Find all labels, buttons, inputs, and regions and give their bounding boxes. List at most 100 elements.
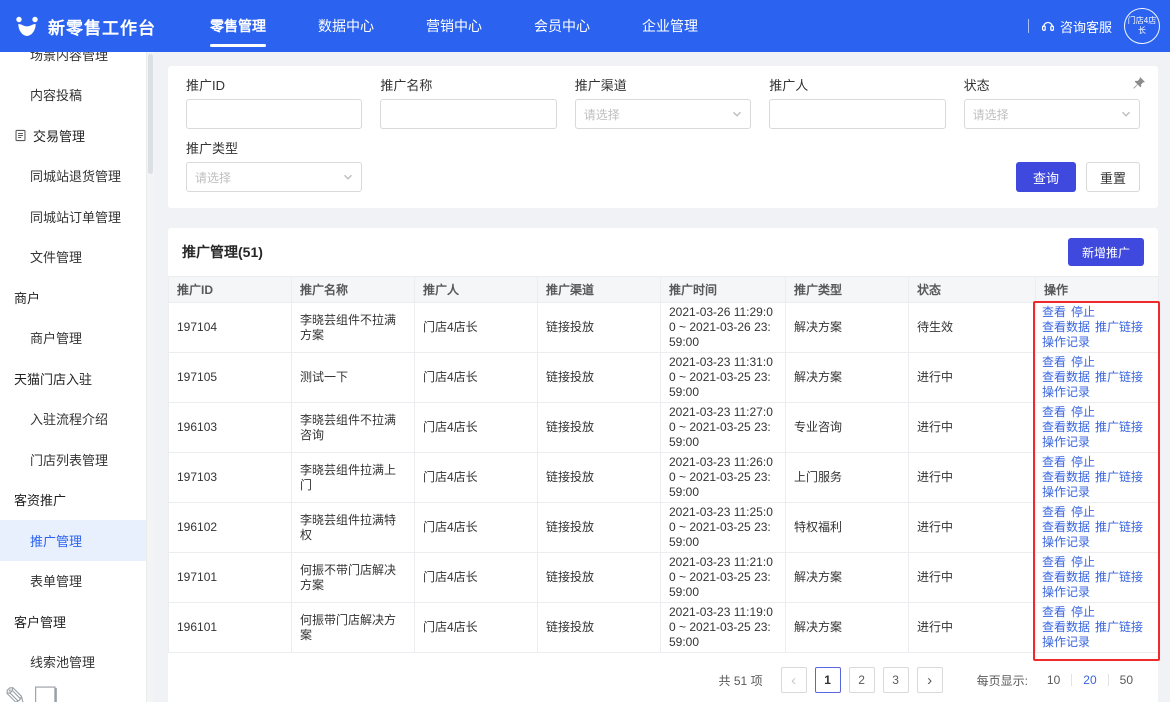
pagination-bar: 共 51 项 ‹ 1 2 3 › 每页显示: 10 20 50 [168,653,1158,702]
nav-item-data-center[interactable]: 数据中心 [292,0,400,52]
view-data-link[interactable]: 查看数据 [1042,520,1090,535]
view-data-link[interactable]: 查看数据 [1042,320,1090,335]
field-label: 状态 [964,78,1140,93]
cell-channel: 链接投放 [538,353,661,403]
operation-log-link[interactable]: 操作记录 [1042,585,1090,600]
promotion-link-link[interactable]: 推广链接 [1095,420,1143,435]
promotion-link-link[interactable]: 推广链接 [1095,320,1143,335]
stop-link[interactable]: 停止 [1071,455,1095,470]
stop-link[interactable]: 停止 [1071,505,1095,520]
cell-status: 进行中 [909,603,1036,653]
promotion-link-link[interactable]: 推广链接 [1095,570,1143,585]
stop-link[interactable]: 停止 [1071,605,1095,620]
cell-time: 2021-03-23 11:25:00 ~ 2021-03-25 23:59:0… [661,503,786,553]
operation-log-link[interactable]: 操作记录 [1042,485,1090,500]
cell-actions: 查看停止查看数据推广链接操作记录 [1036,553,1159,603]
field-promoter: 推广人 [769,78,945,129]
view-data-link[interactable]: 查看数据 [1042,570,1090,585]
sidebar-item-trade-management[interactable]: 交易管理 [0,115,154,156]
sidebar-item-content-submission[interactable]: 内容投稿 [0,75,154,116]
promotion-link-link[interactable]: 推广链接 [1095,470,1143,485]
page-button-2[interactable]: 2 [849,667,875,693]
cell-promoter: 门店4店长 [415,353,538,403]
add-promotion-button[interactable]: 新增推广 [1068,238,1144,266]
sidebar-item-customer-management[interactable]: 客户管理 [0,601,154,642]
view-link[interactable]: 查看 [1042,555,1066,570]
customer-service-label: 咨询客服 [1060,17,1112,36]
promotion-link-link[interactable]: 推广链接 [1095,620,1143,635]
cell-actions: 查看停止查看数据推广链接操作记录 [1036,303,1159,353]
sidebar-item-local-returns[interactable]: 同城站退货管理 [0,156,154,197]
col-type: 推广类型 [786,277,909,303]
sidebar-item-customer-promotion[interactable]: 客资推广 [0,480,154,521]
scrollbar-thumb[interactable] [148,54,153,174]
view-link[interactable]: 查看 [1042,505,1066,520]
select-placeholder: 请选择 [584,106,620,123]
promo-type-select[interactable]: 请选择 [186,162,362,192]
view-data-link[interactable]: 查看数据 [1042,470,1090,485]
sidebar-item-merchant-management[interactable]: 商户管理 [0,318,154,359]
page-button-3[interactable]: 3 [883,667,909,693]
view-link[interactable]: 查看 [1042,405,1066,420]
sidebar-scrollbar[interactable] [146,52,154,702]
field-channel: 推广渠道 请选择 [575,78,751,129]
operation-log-link[interactable]: 操作记录 [1042,335,1090,350]
page-size-50[interactable]: 50 [1109,674,1144,686]
view-data-link[interactable]: 查看数据 [1042,370,1090,385]
page-size-20[interactable]: 20 [1072,674,1108,686]
field-promo-name: 推广名称 [380,78,556,129]
view-link[interactable]: 查看 [1042,605,1066,620]
sidebar-item-local-orders[interactable]: 同城站订单管理 [0,196,154,237]
sidebar-item-promotion-management[interactable]: 推广管理 [0,520,154,561]
prev-page-button[interactable]: ‹ [781,667,807,693]
promotion-link-link[interactable]: 推广链接 [1095,520,1143,535]
nav-item-member-center[interactable]: 会员中心 [508,0,616,52]
operation-log-link[interactable]: 操作记录 [1042,435,1090,450]
channel-select[interactable]: 请选择 [575,99,751,129]
sidebar-item-store-list[interactable]: 门店列表管理 [0,439,154,480]
cell-channel: 链接投放 [538,503,661,553]
promo-name-input[interactable] [380,99,556,129]
sidebar-item-entry-process[interactable]: 入驻流程介绍 [0,399,154,440]
page-button-1[interactable]: 1 [815,667,841,693]
sidebar-item-tmall-store-entry[interactable]: 天猫门店入驻 [0,358,154,399]
search-button[interactable]: 查询 [1016,162,1076,192]
view-link[interactable]: 查看 [1042,355,1066,370]
promoter-input[interactable] [769,99,945,129]
view-link[interactable]: 查看 [1042,455,1066,470]
user-avatar[interactable]: 门店4店长 [1124,8,1160,44]
operation-log-link[interactable]: 操作记录 [1042,385,1090,400]
cell-promo-id: 197105 [169,353,292,403]
field-label: 推广渠道 [575,78,751,93]
col-status: 状态 [909,277,1036,303]
promo-id-input[interactable] [186,99,362,129]
view-link[interactable]: 查看 [1042,305,1066,320]
pin-icon[interactable] [1132,76,1146,90]
view-data-link[interactable]: 查看数据 [1042,620,1090,635]
nav-item-retail[interactable]: 零售管理 [184,0,292,52]
status-select[interactable]: 请选择 [964,99,1140,129]
next-page-button[interactable]: › [917,667,943,693]
operation-log-link[interactable]: 操作记录 [1042,635,1090,650]
sidebar-item-merchant[interactable]: 商户 [0,277,154,318]
cell-channel: 链接投放 [538,403,661,453]
page-size-10[interactable]: 10 [1036,674,1072,686]
sidebar-item-scene-content[interactable]: 场景内容管理 [0,52,154,75]
sidebar-item-form-management[interactable]: 表单管理 [0,561,154,602]
stop-link[interactable]: 停止 [1071,355,1095,370]
promotion-link-link[interactable]: 推广链接 [1095,370,1143,385]
nav-item-enterprise[interactable]: 企业管理 [616,0,724,52]
stop-link[interactable]: 停止 [1071,405,1095,420]
view-data-link[interactable]: 查看数据 [1042,420,1090,435]
stop-link[interactable]: 停止 [1071,305,1095,320]
cell-actions: 查看停止查看数据推广链接操作记录 [1036,603,1159,653]
sidebar-item-file-management[interactable]: 文件管理 [0,237,154,278]
reset-button[interactable]: 重置 [1086,162,1140,192]
cell-time: 2021-03-23 11:31:00 ~ 2021-03-25 23:59:0… [661,353,786,403]
cell-promoter: 门店4店长 [415,303,538,353]
operation-log-link[interactable]: 操作记录 [1042,535,1090,550]
stop-link[interactable]: 停止 [1071,555,1095,570]
sidebar-item-lead-pool[interactable]: 线索池管理 [0,642,154,683]
customer-service-button[interactable]: 咨询客服 [1041,17,1112,36]
nav-item-marketing-center[interactable]: 营销中心 [400,0,508,52]
